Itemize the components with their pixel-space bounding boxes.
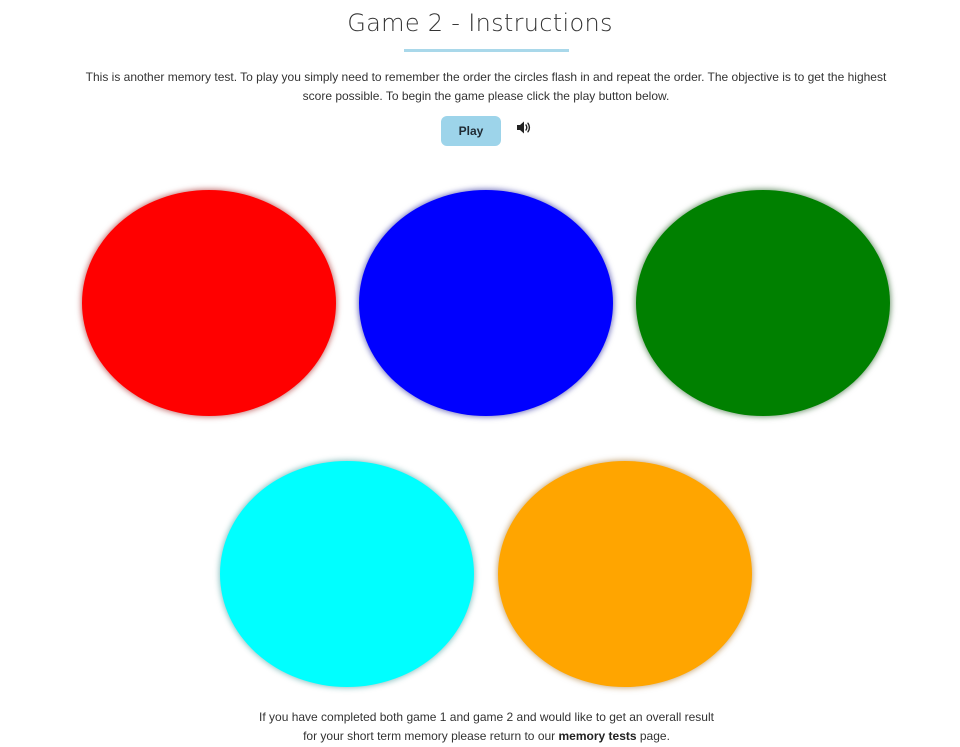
speaker-volume-icon[interactable] bbox=[516, 120, 533, 135]
footer-text: If you have completed both game 1 and ga… bbox=[200, 708, 773, 746]
circle-blue[interactable] bbox=[359, 190, 613, 416]
circle-green[interactable] bbox=[636, 190, 890, 416]
footer-line-end: page. bbox=[636, 729, 670, 743]
memory-tests-link[interactable]: memory tests bbox=[559, 729, 637, 743]
footer-line-2: for your short term memory please return… bbox=[303, 729, 559, 743]
circle-cyan[interactable] bbox=[220, 461, 474, 687]
footer-line-1: If you have completed both game 1 and ga… bbox=[259, 710, 714, 724]
circle-orange[interactable] bbox=[498, 461, 752, 687]
circle-red[interactable] bbox=[82, 190, 336, 416]
title-underline bbox=[404, 49, 569, 52]
page-title: Game 2 - Instructions bbox=[347, 9, 613, 37]
instructions-text: This is another memory test. To play you… bbox=[85, 70, 887, 103]
play-button[interactable]: Play bbox=[441, 116, 501, 146]
